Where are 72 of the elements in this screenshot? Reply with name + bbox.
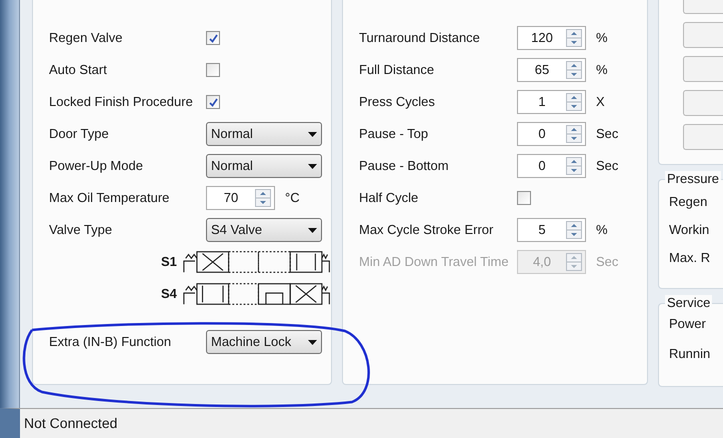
spin-box[interactable]: 120	[517, 26, 586, 50]
spin-box[interactable]: 70	[206, 186, 275, 210]
checkbox[interactable]	[206, 95, 220, 109]
dropdown-value: Machine Lock	[211, 333, 292, 352]
caret-icon	[308, 132, 317, 136]
spin-box[interactable]: 5	[517, 218, 586, 242]
field-label: Locked Finish Procedure	[49, 93, 194, 112]
checkbox[interactable]	[206, 63, 220, 77]
field-label: Workin	[669, 222, 710, 238]
unit-label: Sec	[596, 125, 618, 144]
spin-box[interactable]: 0	[517, 154, 586, 178]
spin-value: 0	[537, 157, 547, 176]
spinner-arrows-icon[interactable]	[566, 157, 582, 175]
field-label: Runnin	[669, 346, 712, 362]
dropdown[interactable]: S4 Valve	[206, 218, 322, 242]
valve-label: S4	[161, 285, 178, 304]
field-label: Full Distance	[359, 61, 436, 80]
field-label: Press Cycles	[359, 93, 436, 112]
spin-value: 4,0	[532, 253, 552, 272]
field-label: Min AD Down Travel Time	[359, 253, 510, 272]
spinner-arrows-icon[interactable]	[255, 189, 271, 207]
field-label: Max. R	[669, 250, 712, 266]
field-label: Max Oil Temperature	[49, 189, 170, 208]
field-label: Power	[669, 316, 707, 332]
spin-value: 70	[222, 189, 240, 208]
spinner-arrows-icon[interactable]	[566, 125, 582, 143]
unit-label: %	[596, 221, 608, 240]
dropdown-value: S4 Valve	[211, 221, 262, 240]
dropdown[interactable]: Normal	[206, 154, 322, 178]
unit-label: Sec	[596, 157, 618, 176]
field-label: Turnaround Distance	[359, 29, 481, 48]
status-text: Not Connected	[24, 414, 118, 433]
caret-icon	[308, 164, 317, 168]
check-icon	[208, 98, 218, 106]
field-label: Auto Start	[49, 61, 108, 80]
unit-label: %	[596, 61, 608, 80]
caret-icon	[308, 228, 317, 232]
unit-label: °C	[285, 189, 300, 208]
dropdown[interactable]: Machine Lock	[206, 330, 322, 354]
spin-box[interactable]: 1	[517, 90, 586, 114]
caret-icon	[308, 340, 317, 344]
spinner-arrows-icon[interactable]	[566, 29, 582, 47]
spin-value: 5	[537, 221, 547, 240]
field-label: Pause - Top	[359, 125, 430, 144]
spin-value: 1	[537, 93, 547, 112]
check-icon	[208, 34, 218, 42]
unit-label: X	[596, 93, 605, 112]
field-label: Half Cycle	[359, 189, 420, 208]
unit-label: Sec	[596, 253, 618, 272]
field-label: Pause - Bottom	[359, 157, 450, 176]
spin-value: 120	[530, 29, 554, 48]
spinner-arrows-icon[interactable]	[566, 221, 582, 239]
field-label: Power-Up Mode	[49, 157, 144, 176]
field-label: Valve Type	[49, 221, 114, 240]
spin-value: 0	[537, 125, 547, 144]
dropdown[interactable]: Normal	[206, 122, 322, 146]
field-label: Door Type	[49, 125, 110, 144]
field-label: Max Cycle Stroke Error	[359, 221, 494, 240]
spin-value: 65	[534, 61, 550, 80]
spin-box[interactable]: 0	[517, 122, 586, 146]
unit-label: %	[596, 29, 608, 48]
spin-box[interactable]: 65	[517, 58, 586, 82]
checkbox[interactable]	[206, 31, 220, 45]
valve-label: S1	[161, 253, 178, 272]
spinner-arrows-icon[interactable]	[566, 61, 582, 79]
dropdown-value: Normal	[211, 157, 253, 176]
spinner-arrows-icon[interactable]	[566, 93, 582, 111]
dropdown-value: Normal	[211, 125, 253, 144]
checkbox[interactable]	[517, 191, 531, 205]
field-label: Extra (IN-B) Function	[49, 333, 172, 352]
field-label: Regen Valve	[49, 29, 124, 48]
field-label: Regen	[669, 194, 708, 210]
